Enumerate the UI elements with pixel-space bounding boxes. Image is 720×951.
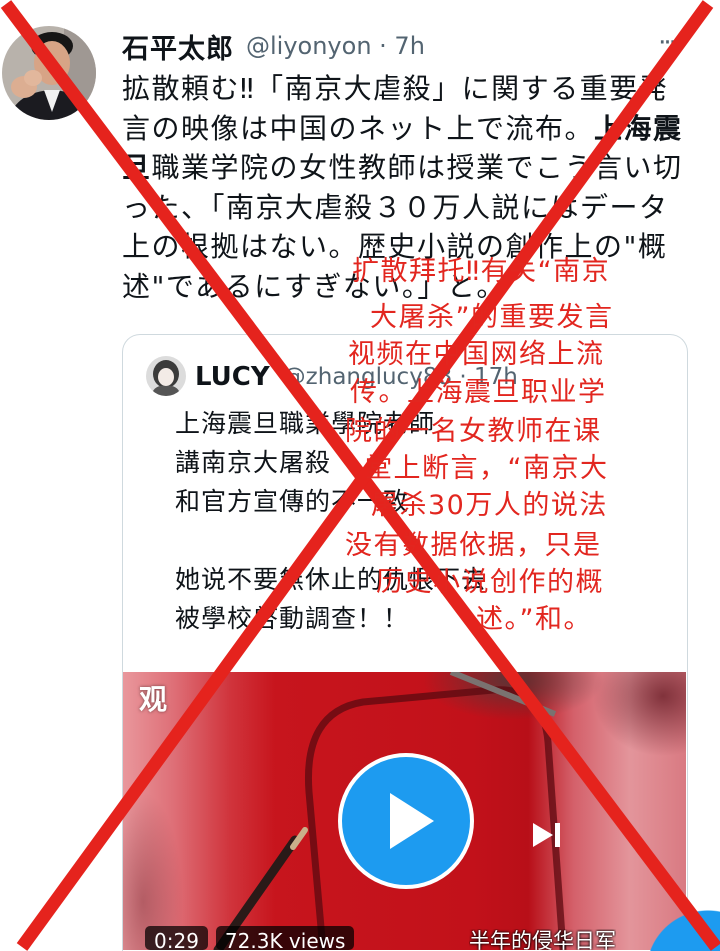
tweet-text-segment: った、「南京大虐殺３０万人説にはデータ — [122, 190, 669, 224]
quoted-author-avatar[interactable] — [146, 356, 186, 396]
skip-forward-triangle — [533, 823, 553, 847]
quoted-text-line: 講南京大屠殺 — [175, 448, 332, 477]
tweet-text-bold: 旦 — [122, 151, 152, 184]
video-views-badge: 72.3K views — [215, 926, 355, 950]
play-icon — [390, 793, 434, 849]
tweet-text-line: 言の映像は中国のネット上で流布。上海震 — [122, 109, 683, 149]
video-duration-badge: 0:29 — [145, 926, 208, 950]
compose-button[interactable] — [646, 910, 720, 951]
author-handle-time[interactable]: @liyonyon · 7h — [246, 32, 425, 60]
play-button[interactable] — [338, 753, 474, 889]
video-subtitle: 半年的侵华日军 — [469, 929, 616, 950]
quoted-text-line: 上海震旦職業學院老師 — [175, 409, 436, 438]
tweet-text-segment: 職業学院の女性教師は授業でこう言い切 — [151, 151, 683, 184]
tweet-text-segment: 拡散頼む‼「南京大虐殺」に関する重要発 — [122, 72, 669, 105]
quoted-author-name[interactable]: LUCY — [195, 362, 270, 392]
tweet-header: 石平太郎 @liyonyon · 7h — [122, 27, 425, 66]
quoted-text-line: 她说不要無休止的仇恨下去 — [175, 565, 488, 594]
quoted-tweet-header: LUCY @zhanglucy88 · 17h — [195, 359, 518, 395]
skip-forward-icon[interactable] — [533, 822, 563, 848]
author-avatar-photo — [2, 26, 96, 120]
more-icon[interactable]: ··· — [648, 30, 684, 60]
tweet-text-segment: 述"であるにすぎない。」と。 — [122, 269, 506, 303]
author-name[interactable]: 石平太郎 — [122, 27, 234, 66]
tweet-text-bold: 上海震 — [594, 111, 683, 145]
tweet-screen: 石平太郎 @liyonyon · 7h ··· 拡散頼む‼「南京大虐殺」に関する… — [0, 0, 720, 951]
tweet-text-line: った、「南京大虐殺３０万人説にはデータ — [122, 188, 683, 228]
quoted-author-handle-time[interactable]: @zhanglucy88 · 17h — [283, 364, 518, 390]
skip-forward-bar — [555, 823, 560, 847]
tweet-text-line: 拡散頼む‼「南京大虐殺」に関する重要発 — [122, 69, 683, 109]
video-badges: 0:29 72.3K views — [145, 926, 355, 950]
quoted-tweet-text: 上海震旦職業學院老師 講南京大屠殺 和官方宣傳的不一致 她说不要無休止的仇恨下去… — [175, 404, 487, 638]
translation-line: 大屠杀”的重要发言 — [370, 302, 614, 333]
quoted-author-avatar-image — [146, 356, 186, 396]
video-player[interactable]: 观 0:29 72.3K views 半年的侵华日军 — [123, 672, 686, 950]
tweet-text-segment: 言の映像は中国のネット上で流布。 — [122, 111, 595, 145]
tweet-text-line: 旦職業学院の女性教師は授業でこう言い切 — [122, 148, 683, 188]
author-avatar[interactable] — [2, 26, 96, 120]
tweet-text-line: 述"であるにすぎない。」と。 — [122, 267, 683, 307]
tweet-text-segment: 上の根拠はない。歴史小説の創作上の"概 — [122, 230, 668, 263]
tweet-text: 拡散頼む‼「南京大虐殺」に関する重要発 言の映像は中国のネット上で流布。上海震 … — [122, 69, 683, 306]
channel-logo: 观 — [139, 683, 168, 716]
quoted-tweet-card[interactable]: LUCY @zhanglucy88 · 17h 上海震旦職業學院老師 講南京大屠… — [122, 334, 688, 951]
quoted-text-line: 被學校啓動調查！！ — [175, 604, 410, 633]
quoted-text-line: 和官方宣傳的不一致 — [175, 487, 410, 516]
tweet-text-line: 上の根拠はない。歴史小説の創作上の"概 — [122, 227, 683, 267]
